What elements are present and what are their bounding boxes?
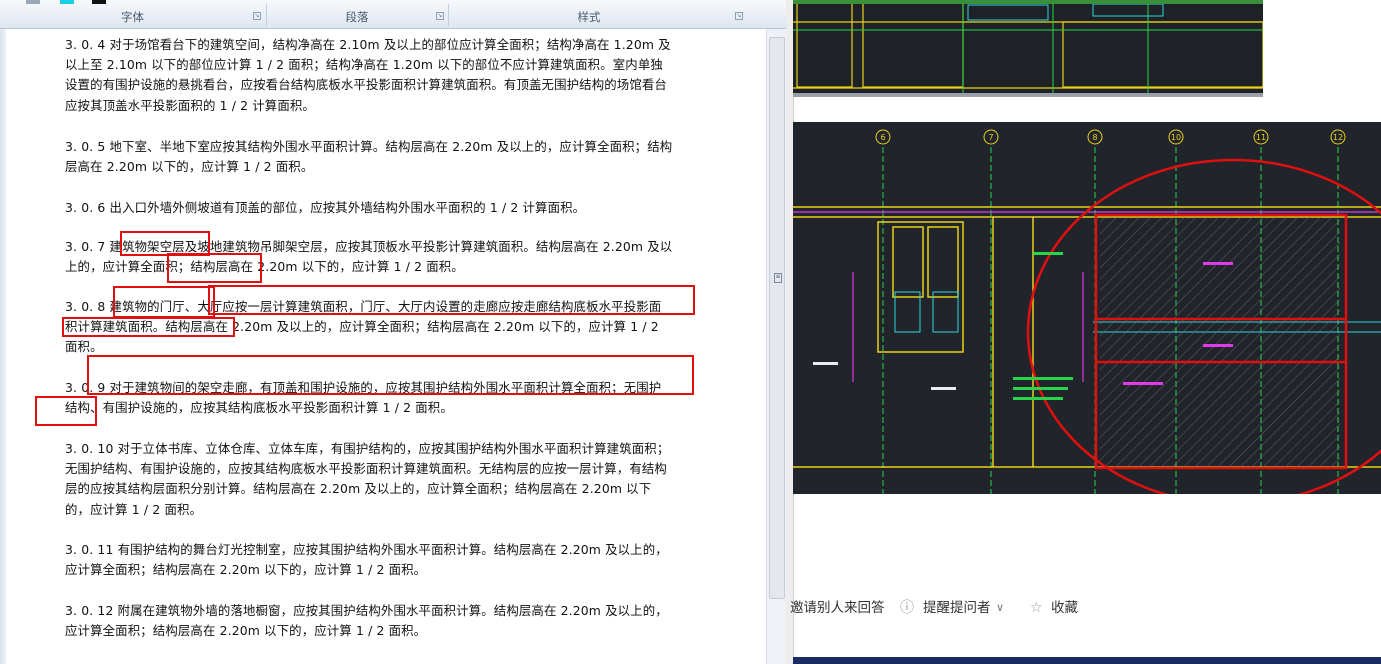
- cad-drawing-floorplan: 6 7 8 10 11 12: [793, 122, 1381, 494]
- paragraph-3-0-12: 3. 0. 12 附属在建筑物外墙的落地橱窗，应按其围护结构外围水平面积计算。结…: [65, 603, 668, 639]
- invite-answer-link[interactable]: 邀请别人来回答: [790, 598, 885, 618]
- paragraph-3-0-11: 3. 0. 11 有围护结构的舞台灯光控制室，应按其围护结构外围水平面积计算。结…: [65, 542, 668, 578]
- annotation-box: [208, 285, 695, 315]
- annotation-box: [35, 396, 97, 426]
- paragraph-3-0-4: 3. 0. 4 对于场馆看台下的建筑空间，结构净高在 2.10m 及以上的部位应…: [65, 37, 671, 113]
- grid-label: 7: [988, 133, 993, 142]
- star-icon[interactable]: ☆: [1030, 598, 1043, 618]
- dialog-launcher-icon[interactable]: ↘: [253, 12, 261, 20]
- paragraph-3-0-5: 3. 0. 5 地下室、半地下室应按其结构外围水平面积计算。结构层高在 2.20…: [65, 139, 673, 175]
- ribbon-group-font: 字体: [0, 8, 265, 26]
- footer-bar: [793, 657, 1381, 664]
- annotation-box: [87, 355, 694, 395]
- paragraph-3-0-10: 3. 0. 10 对于立体书库、立体仓库、立体车库，有围护结构的，应按其围护结构…: [65, 441, 670, 517]
- favorite-button[interactable]: 收藏: [1051, 598, 1078, 618]
- ribbon-group-label: 段落: [345, 10, 369, 24]
- annotation-box: [113, 286, 215, 318]
- grid-label: 8: [1092, 133, 1097, 142]
- info-icon: ⓘ: [900, 600, 914, 616]
- word-document-window: 字体 ↘ 段落 ↘ 样式 ↘ 3. 0. 4 对于场馆看台下的建筑空间，结构净高…: [0, 0, 786, 664]
- chevron-down-icon[interactable]: ∨: [996, 598, 1004, 618]
- cad-drawing-top: [793, 0, 1263, 97]
- grip-icon: ≡: [774, 273, 782, 283]
- dialog-launcher-icon[interactable]: ↘: [735, 12, 743, 20]
- highlight-icon[interactable]: [60, 0, 74, 4]
- ribbon-group-label: 样式: [577, 10, 601, 24]
- grid-label: 12: [1333, 133, 1343, 142]
- ribbon-group-styles: 样式: [449, 8, 729, 26]
- scrollbar-thumb[interactable]: ≡: [769, 37, 785, 599]
- question-action-bar: 邀请别人来回答 ⓘ 提醒提问者 ∨ ☆ 收藏: [786, 594, 1381, 622]
- grid-label: 6: [880, 133, 885, 142]
- ribbon: 字体 ↘ 段落 ↘ 样式 ↘: [0, 0, 786, 29]
- vertical-scrollbar[interactable]: ≡: [766, 29, 786, 664]
- ribbon-toolbar-icons: [0, 0, 300, 5]
- dialog-launcher-icon[interactable]: ↘: [436, 12, 444, 20]
- annotation-box: [62, 317, 235, 337]
- annotation-box: [167, 253, 262, 283]
- text-color-icon[interactable]: [92, 0, 106, 4]
- remind-asker-link[interactable]: 提醒提问者: [923, 598, 991, 618]
- document-page[interactable]: 3. 0. 4 对于场馆看台下的建筑空间，结构净高在 2.10m 及以上的部位应…: [0, 29, 766, 664]
- ribbon-group-paragraph: 段落: [267, 8, 447, 26]
- paragraph-3-0-6: 3. 0. 6 出入口外墙外侧坡道有顶盖的部位，应按其外墙结构外围水平面积的 1…: [65, 200, 586, 215]
- grid-label: 11: [1256, 133, 1266, 142]
- ribbon-group-label: 字体: [121, 10, 144, 24]
- grid-label: 10: [1171, 133, 1181, 142]
- vertical-ruler: [0, 29, 6, 664]
- browser-content: 6 7 8 10 11 12 邀请别人来回答 ⓘ 提醒提问者 ∨ ☆ 收藏: [786, 0, 1381, 664]
- font-color-icon[interactable]: [26, 0, 40, 4]
